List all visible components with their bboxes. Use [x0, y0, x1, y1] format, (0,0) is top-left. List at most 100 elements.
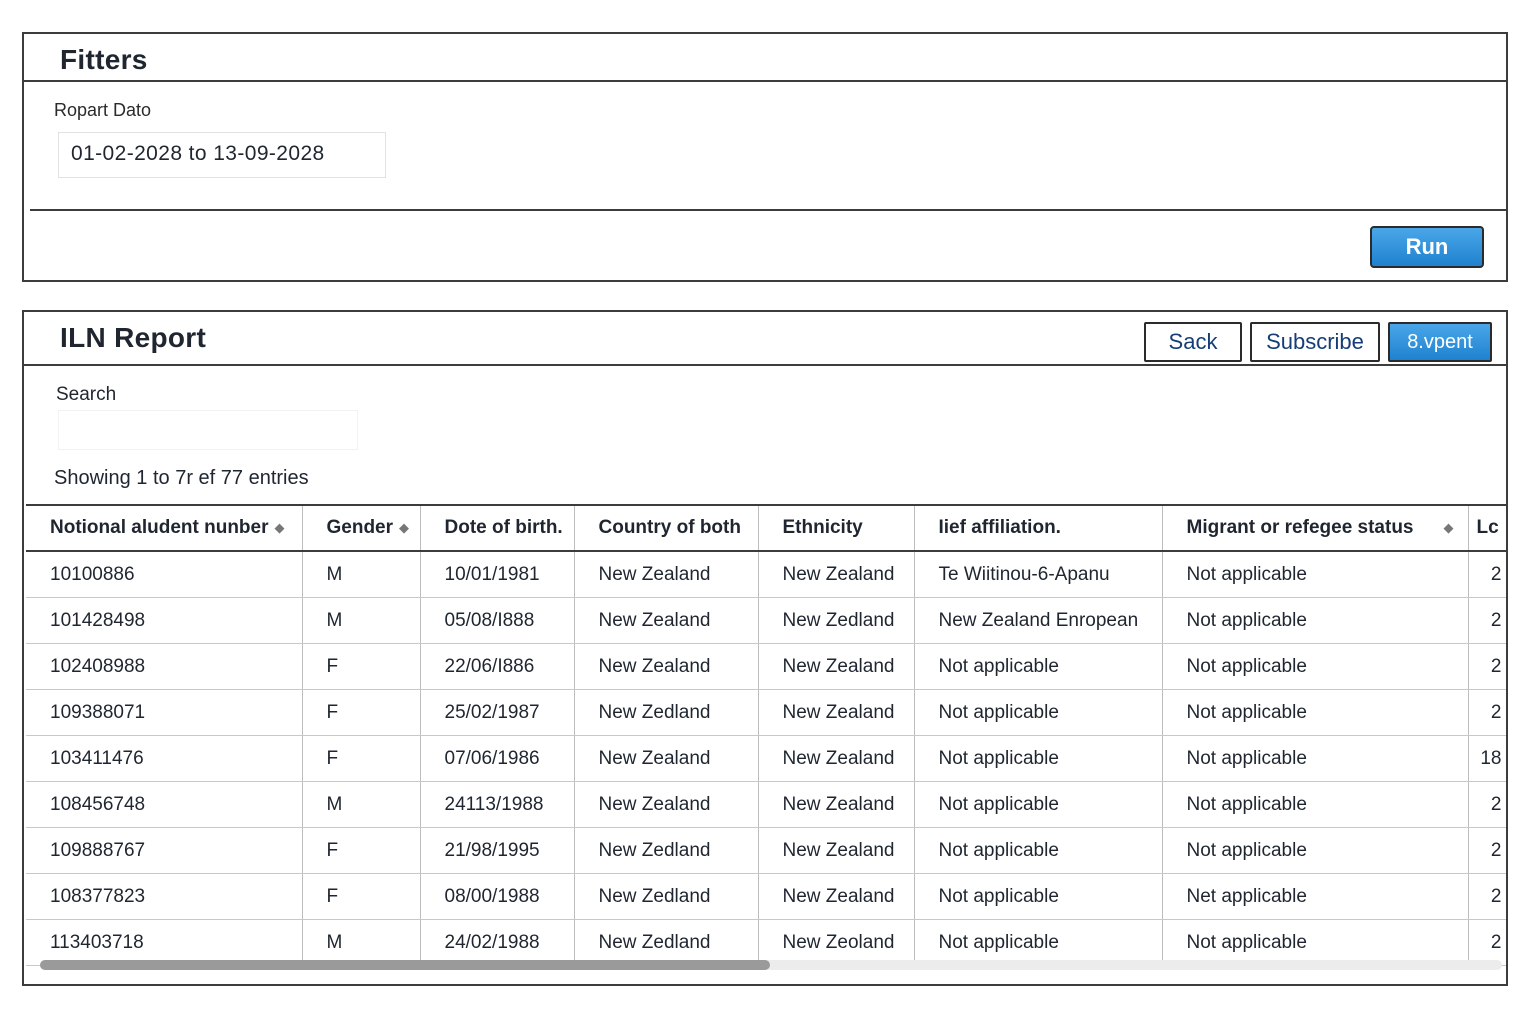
filters-header: Fitters	[24, 34, 1506, 82]
cell-lc: 2	[1468, 781, 1506, 828]
cell-ethnicity: New Zealand	[758, 643, 915, 690]
search-input[interactable]	[58, 410, 358, 450]
table-row[interactable]: 103411476 F 07/06/1986 New Zealand New Z…	[26, 735, 1506, 782]
cell-student-number: 102408988	[26, 643, 303, 690]
cell-date-of-birth: 22/06/I886	[420, 643, 575, 690]
cell-iwi-affiliation: Not applicable	[914, 827, 1163, 874]
report-table-container: Notional aludent nunber ◆ Gender ◆ Dote of…	[26, 504, 1506, 976]
report-date-label: Ropart Dato	[54, 100, 152, 120]
cell-gender: M	[302, 781, 421, 828]
report-date-range-input[interactable]: 01-02-2028 to 13-09-2028	[58, 132, 386, 178]
cell-ethnicity: New Zealand	[758, 689, 915, 736]
cell-iwi-affiliation: Not applicable	[914, 643, 1163, 690]
table-row[interactable]: 108456748 M 24113/1988 New Zealand New Z…	[26, 781, 1506, 828]
table-row[interactable]: 108377823 F 08/00/1988 New Zedland New Z…	[26, 873, 1506, 920]
cell-gender: F	[302, 735, 421, 782]
column-header-student-number[interactable]: Notional aludent nunber ◆	[26, 506, 303, 552]
cell-migrant-status: Not applicable	[1162, 689, 1469, 736]
cell-lc: 2	[1468, 919, 1506, 966]
cell-ethnicity: New Zealand	[758, 781, 915, 828]
run-button[interactable]: Run	[1370, 226, 1484, 268]
cell-gender: F	[302, 873, 421, 920]
cell-date-of-birth: 07/06/1986	[420, 735, 575, 782]
report-panel: ILN Report Sack Subscribe 8.vpent Search…	[22, 310, 1508, 986]
table-row[interactable]: 102408988 F 22/06/I886 New Zealand New Z…	[26, 643, 1506, 690]
filters-panel: Fitters Ropart Dato 01-02-2028 to 13-09-…	[22, 32, 1508, 282]
table-row[interactable]: 109888767 F 21/98/1995 New Zedland New Z…	[26, 827, 1506, 874]
report-actions: Sack Subscribe 8.vpent	[1144, 322, 1492, 362]
cell-student-number: 108456748	[26, 781, 303, 828]
cell-country-of-birth: New Zealand	[574, 735, 759, 782]
cell-gender: M	[302, 919, 421, 966]
sort-icon: ◆	[274, 519, 285, 535]
cell-lc: 2	[1468, 597, 1506, 644]
cell-country-of-birth: New Zealand	[574, 781, 759, 828]
cell-iwi-affiliation: New Zealand Enropean	[914, 597, 1163, 644]
cell-migrant-status: Not applicable	[1162, 735, 1469, 782]
cell-iwi-affiliation: Not applicable	[914, 735, 1163, 782]
cell-migrant-status: Not applicable	[1162, 827, 1469, 874]
column-header-ethnicity[interactable]: Ethnicity	[758, 506, 915, 552]
table-row[interactable]: 109388071 F 25/02/1987 New Zedland New Z…	[26, 689, 1506, 736]
sort-icon: ◆	[1443, 519, 1454, 535]
cell-gender: F	[302, 689, 421, 736]
cell-iwi-affiliation: Not applicable	[914, 781, 1163, 828]
cell-gender: M	[302, 551, 421, 598]
export-button[interactable]: 8.vpent	[1388, 322, 1492, 362]
cell-iwi-affiliation: Not applicable	[914, 919, 1163, 966]
table-header-row: Notional aludent nunber ◆ Gender ◆ Dote of…	[26, 506, 1506, 552]
table-row[interactable]: 113403718 M 24/02/1988 New Zedland New Z…	[26, 919, 1506, 966]
cell-date-of-birth: 05/08/I888	[420, 597, 575, 644]
sort-icon: ◆	[399, 519, 410, 535]
cell-student-number: 10100886	[26, 551, 303, 598]
cell-ethnicity: New Zealand	[758, 551, 915, 598]
cell-lc: 2	[1468, 827, 1506, 874]
cell-country-of-birth: New Zedland	[574, 827, 759, 874]
subscribe-button[interactable]: Subscribe	[1250, 322, 1380, 362]
cell-iwi-affiliation: Not applicable	[914, 689, 1163, 736]
cell-gender: F	[302, 643, 421, 690]
cell-lc: 2	[1468, 551, 1506, 598]
cell-date-of-birth: 24/02/1988	[420, 919, 575, 966]
cell-date-of-birth: 21/98/1995	[420, 827, 575, 874]
column-header-lc[interactable]: Lc	[1468, 506, 1506, 552]
cell-date-of-birth: 25/02/1987	[420, 689, 575, 736]
cell-gender: F	[302, 827, 421, 874]
scrollbar-thumb[interactable]	[40, 960, 770, 970]
cell-migrant-status: Not applicable	[1162, 919, 1469, 966]
cell-date-of-birth: 08/00/1988	[420, 873, 575, 920]
cell-ethnicity: New Zealand	[758, 873, 915, 920]
cell-student-number: 113403718	[26, 919, 303, 966]
table-row[interactable]: 10100886 M 10/01/1981 New Zealand New Ze…	[26, 551, 1506, 598]
table-row[interactable]: 101428498 M 05/08/I888 New Zealand New Z…	[26, 597, 1506, 644]
cell-migrant-status: Not applicable	[1162, 597, 1469, 644]
cell-ethnicity: New Zealand	[758, 827, 915, 874]
column-header-country-of-birth[interactable]: Country of both	[574, 506, 759, 552]
filters-title: Fitters	[60, 44, 148, 75]
report-header: ILN Report Sack Subscribe 8.vpent	[24, 312, 1506, 366]
cell-ethnicity: New Zeoland	[758, 919, 915, 966]
cell-migrant-status: Not applicable	[1162, 781, 1469, 828]
cell-gender: M	[302, 597, 421, 644]
cell-lc: 2	[1468, 643, 1506, 690]
cell-student-number: 101428498	[26, 597, 303, 644]
horizontal-scrollbar[interactable]	[40, 960, 1502, 970]
sack-button[interactable]: Sack	[1144, 322, 1242, 362]
cell-lc: 2	[1468, 689, 1506, 736]
entries-info: Showing 1 to 7r ef 77 entries	[54, 467, 309, 489]
report-title: ILN Report	[60, 322, 207, 353]
cell-student-number: 109388071	[26, 689, 303, 736]
cell-country-of-birth: New Zedland	[574, 873, 759, 920]
cell-country-of-birth: New Zedland	[574, 689, 759, 736]
cell-ethnicity: New Zedland	[758, 597, 915, 644]
search-label: Search	[56, 384, 117, 405]
cell-date-of-birth: 24113/1988	[420, 781, 575, 828]
cell-country-of-birth: New Zealand	[574, 643, 759, 690]
column-header-migrant-status[interactable]: Migrant or refegee status ◆	[1162, 506, 1469, 552]
cell-lc: 18	[1468, 735, 1506, 782]
column-header-gender[interactable]: Gender ◆	[302, 506, 421, 552]
column-header-date-of-birth[interactable]: Dote of birth.	[420, 506, 575, 552]
filters-divider	[30, 209, 1506, 211]
cell-iwi-affiliation: Not applicable	[914, 873, 1163, 920]
column-header-iwi-affiliation[interactable]: Iief affiliation.	[914, 506, 1163, 552]
